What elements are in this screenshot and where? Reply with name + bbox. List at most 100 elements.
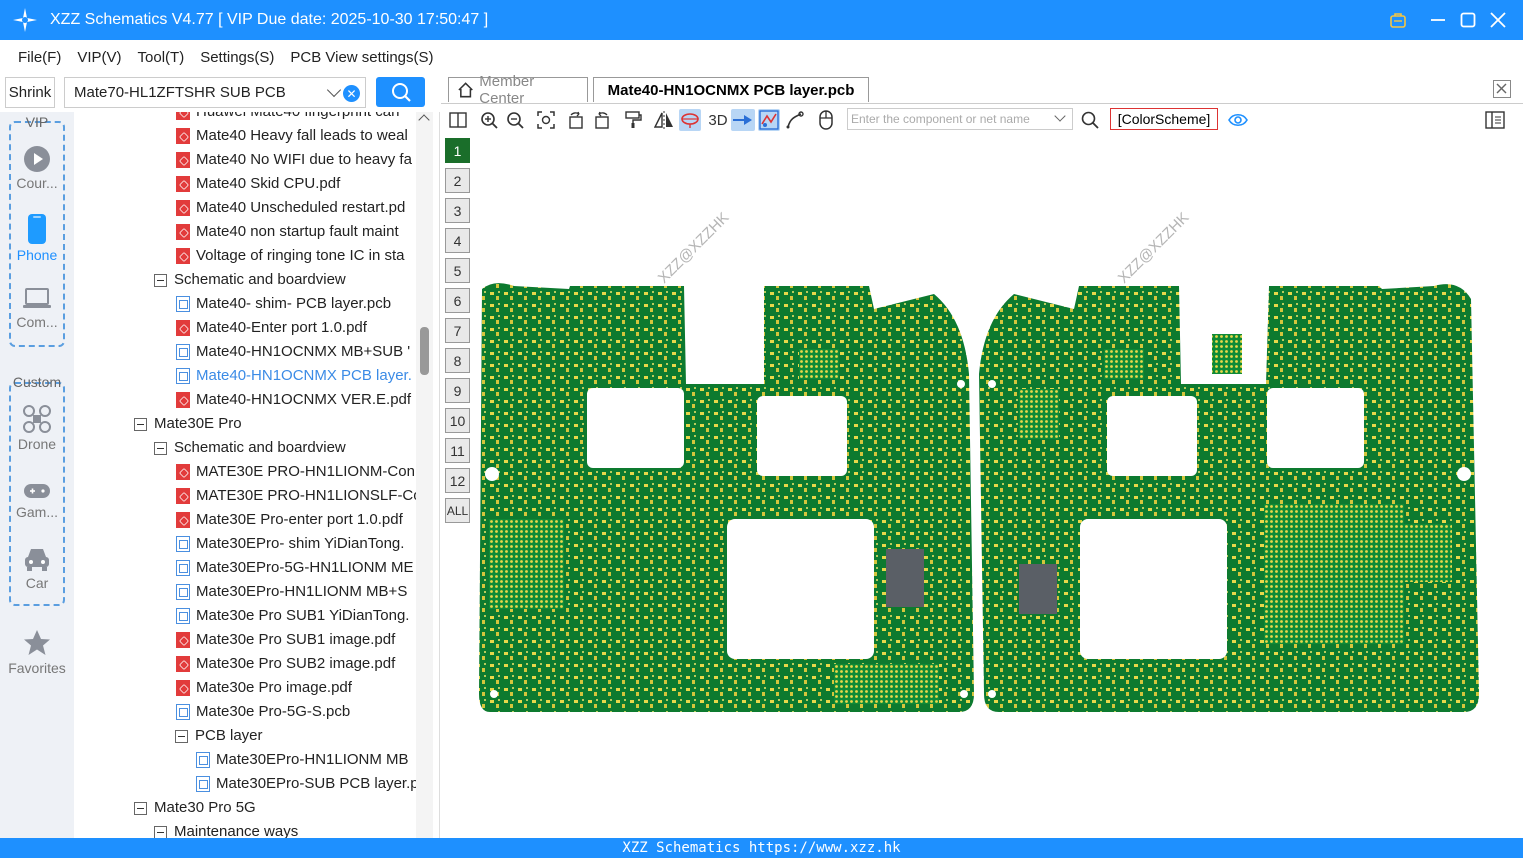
menu-tool[interactable]: Tool(T)	[138, 49, 185, 66]
tree-file[interactable]: Mate30e Pro-5G-S.pcb	[176, 700, 350, 724]
layer-button[interactable]: 12	[445, 468, 470, 493]
tree-file[interactable]: Mate30EPro-HN1LIONM MB+S	[176, 580, 407, 604]
layer-button[interactable]: 5	[445, 258, 470, 283]
paint-brush-icon[interactable]	[622, 109, 644, 131]
tree-folder[interactable]: PCB layer	[175, 724, 263, 748]
tree-file[interactable]: Mate30e Pro image.pdf	[176, 676, 352, 700]
rotate-left-icon[interactable]	[565, 109, 587, 131]
tab-pcb-file[interactable]: Mate40-HN1OCNMX PCB layer.pcb	[593, 77, 869, 102]
tree-folder[interactable]: Schematic and boardview	[154, 436, 346, 460]
tree-file[interactable]: Mate30EPro-HN1LIONM MB	[196, 748, 409, 772]
scroll-up-icon[interactable]	[418, 114, 430, 126]
view-3d-button[interactable]: 3D	[705, 109, 731, 131]
menu-vip[interactable]: VIP(V)	[77, 49, 121, 66]
minimize-icon[interactable]	[1423, 0, 1453, 40]
collapse-icon[interactable]	[134, 417, 147, 431]
layer-button[interactable]: 9	[445, 378, 470, 403]
tree-file[interactable]: Mate40- shim- PCB layer.pcb	[176, 292, 391, 316]
mouse-icon[interactable]	[815, 109, 837, 131]
tree-file[interactable]: Mate30EPro-SUB PCB layer.p	[196, 772, 416, 796]
tree-file[interactable]: Huawei Mate40 fingerprint can	[176, 112, 399, 124]
trace-icon[interactable]	[784, 109, 806, 131]
layer-button[interactable]: 8	[445, 348, 470, 373]
tree-file[interactable]: Mate40 No WIFI due to heavy fa	[176, 148, 412, 172]
probe-icon[interactable]	[679, 109, 701, 131]
net-search-input[interactable]: Enter the component or net name	[847, 108, 1073, 130]
split-view-icon[interactable]	[447, 109, 469, 131]
tree-folder[interactable]: Mate30E Pro	[134, 412, 242, 436]
close-icon[interactable]	[1483, 0, 1513, 40]
tree-file[interactable]: Mate40 non startup fault maint	[176, 220, 399, 244]
close-all-tabs-icon[interactable]	[1493, 80, 1511, 98]
tree-file[interactable]: Mate40-HN1OCNMX VER.E.pdf	[176, 388, 411, 412]
layer-button[interactable]: 1	[445, 138, 470, 163]
layer-button[interactable]: 11	[445, 438, 470, 463]
rail-item-favorites[interactable]: Favorites	[0, 628, 74, 676]
menu-file[interactable]: File(F)	[18, 49, 61, 66]
board-combo[interactable]: Mate70-HL1ZFTSHR SUB PCB ✕	[64, 77, 366, 108]
tree-file[interactable]: Mate30EPro-5G-HN1LIONM ME	[176, 556, 414, 580]
tree-file[interactable]: Mate30E Pro-enter port 1.0.pdf	[176, 508, 403, 532]
layer-view-icon[interactable]	[758, 109, 780, 131]
tree-file[interactable]: MATE30E PRO-HN1LIONSLF-Co	[176, 484, 416, 508]
pin-arrow-icon[interactable]	[731, 109, 755, 131]
tree-folder[interactable]: Mate30 Pro 5G	[134, 796, 256, 820]
layer-button[interactable]: 6	[445, 288, 470, 313]
pcb-board-render[interactable]: XZZ@XZZHK XZZ@XZZHK	[474, 134, 1523, 838]
net-search-icon[interactable]	[1079, 109, 1101, 131]
pcb-canvas[interactable]: XZZ@XZZHK XZZ@XZZHK	[474, 134, 1523, 838]
menu-settings[interactable]: Settings(S)	[200, 49, 274, 66]
rail-item-car[interactable]: Car	[0, 545, 74, 591]
mirror-icon[interactable]	[653, 109, 675, 131]
layer-button[interactable]: 2	[445, 168, 470, 193]
layer-button[interactable]: 4	[445, 228, 470, 253]
rail-item-drone[interactable]: Drone	[0, 404, 74, 452]
scroll-thumb[interactable]	[420, 327, 429, 375]
search-button[interactable]	[376, 77, 425, 107]
color-scheme-button[interactable]: [ColorScheme]	[1110, 108, 1218, 130]
rail-item-phone[interactable]: Phone	[0, 213, 74, 263]
fit-view-icon[interactable]	[535, 109, 557, 131]
layer-button[interactable]: 7	[445, 318, 470, 343]
tree-scrollbar[interactable]	[416, 112, 433, 838]
rail-item-courses[interactable]: Cour...	[0, 145, 74, 191]
layer-button[interactable]: ALL	[445, 498, 470, 523]
tree-file[interactable]: Mate40 Unscheduled restart.pd	[176, 196, 405, 220]
zoom-out-icon[interactable]	[504, 109, 526, 131]
shrink-button[interactable]: Shrink	[5, 77, 55, 108]
panel-splitter[interactable]	[433, 112, 440, 838]
vip-icon[interactable]	[1383, 0, 1413, 40]
side-panel-icon[interactable]	[1484, 109, 1506, 131]
tree-file[interactable]: Mate30EPro- shim YiDianTong.	[176, 532, 404, 556]
zoom-in-icon[interactable]	[478, 109, 500, 131]
tree-folder[interactable]: Maintenance ways	[154, 820, 298, 838]
rail-item-computer[interactable]: Com...	[0, 286, 74, 330]
tab-member-center[interactable]: Member Center	[448, 73, 588, 107]
tree-file[interactable]: Mate40 Heavy fall leads to weal	[176, 124, 408, 148]
tree-file[interactable]: Voltage of ringing tone IC in sta	[176, 244, 404, 268]
tree-file[interactable]: Mate40-HN1OCNMX PCB layer.	[176, 364, 412, 388]
chevron-down-icon[interactable]	[326, 82, 342, 98]
collapse-icon[interactable]	[154, 273, 167, 287]
tree-file[interactable]: Mate40-HN1OCNMX MB+SUB '	[176, 340, 410, 364]
tree-file[interactable]: Mate30e Pro SUB2 image.pdf	[176, 652, 395, 676]
chevron-down-icon[interactable]	[1054, 110, 1066, 122]
layer-button[interactable]: 10	[445, 408, 470, 433]
tree-file[interactable]: MATE30E PRO-HN1LIONM-Con	[176, 460, 415, 484]
rotate-right-icon[interactable]	[591, 109, 613, 131]
collapse-icon[interactable]	[134, 801, 147, 815]
tree-file[interactable]: Mate40-Enter port 1.0.pdf	[176, 316, 367, 340]
clear-icon[interactable]: ✕	[343, 85, 360, 102]
eye-icon[interactable]	[1227, 109, 1249, 131]
layer-button[interactable]: 3	[445, 198, 470, 223]
tree-folder[interactable]: Schematic and boardview	[154, 268, 346, 292]
collapse-icon[interactable]	[154, 441, 167, 455]
menu-pcb-view-settings[interactable]: PCB View settings(S)	[290, 49, 433, 66]
collapse-icon[interactable]	[154, 825, 167, 838]
collapse-icon[interactable]	[175, 729, 188, 743]
tree-file[interactable]: Mate40 Skid CPU.pdf	[176, 172, 340, 196]
maximize-icon[interactable]	[1453, 0, 1483, 40]
tree-file[interactable]: Mate30e Pro SUB1 YiDianTong.	[176, 604, 409, 628]
tree-file[interactable]: Mate30e Pro SUB1 image.pdf	[176, 628, 395, 652]
rail-item-game[interactable]: Gam...	[0, 480, 74, 520]
